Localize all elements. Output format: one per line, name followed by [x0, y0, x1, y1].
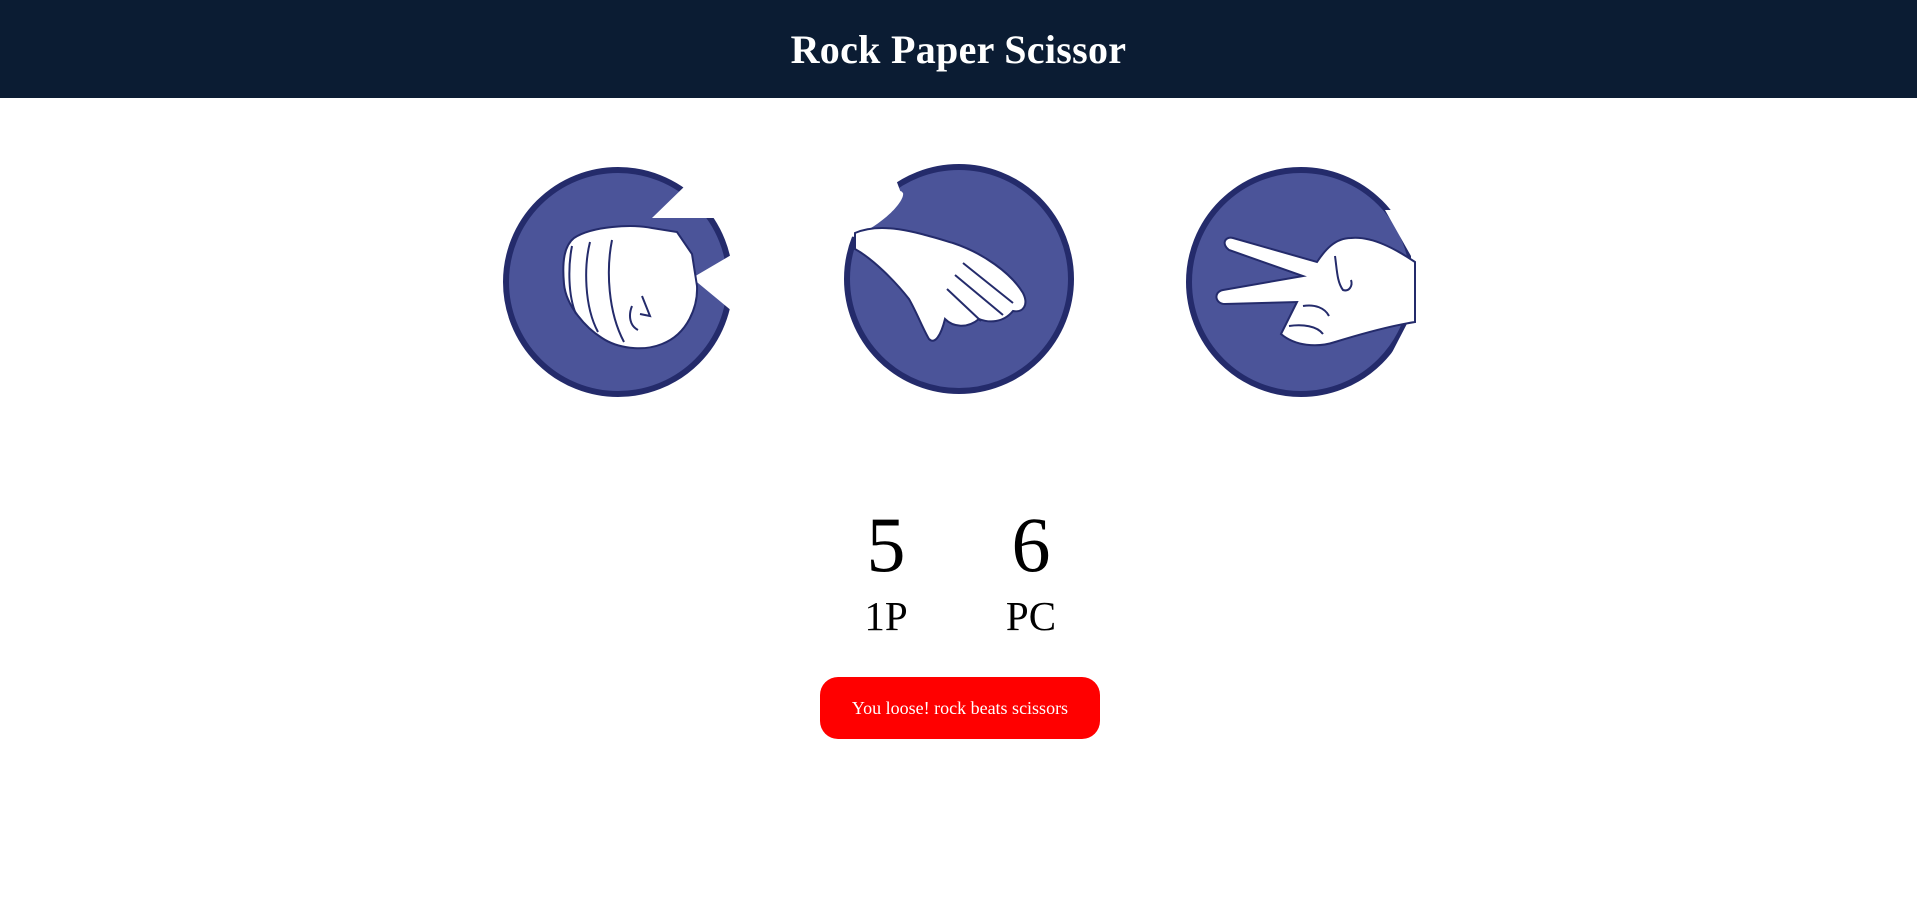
paper-choice-button[interactable]	[843, 163, 1075, 395]
header-bar: Rock Paper Scissor	[0, 0, 1917, 98]
scissors-choice-button[interactable]	[1185, 166, 1417, 398]
rock-choice-button[interactable]	[502, 166, 734, 398]
rock-hand-icon	[503, 167, 734, 397]
pc-score-value: 6	[1011, 501, 1051, 588]
player-score: 5 1P	[826, 506, 946, 637]
paper-hand-icon	[843, 164, 1074, 394]
page-title: Rock Paper Scissor	[790, 26, 1127, 72]
result-message: You loose! rock beats scissors	[820, 677, 1100, 739]
scissors-hand-icon	[1186, 167, 1417, 397]
pc-score: 6 PC	[971, 506, 1091, 637]
player-score-value: 5	[866, 501, 906, 588]
pc-score-label: PC	[1005, 593, 1057, 639]
player-score-label: 1P	[864, 593, 908, 639]
